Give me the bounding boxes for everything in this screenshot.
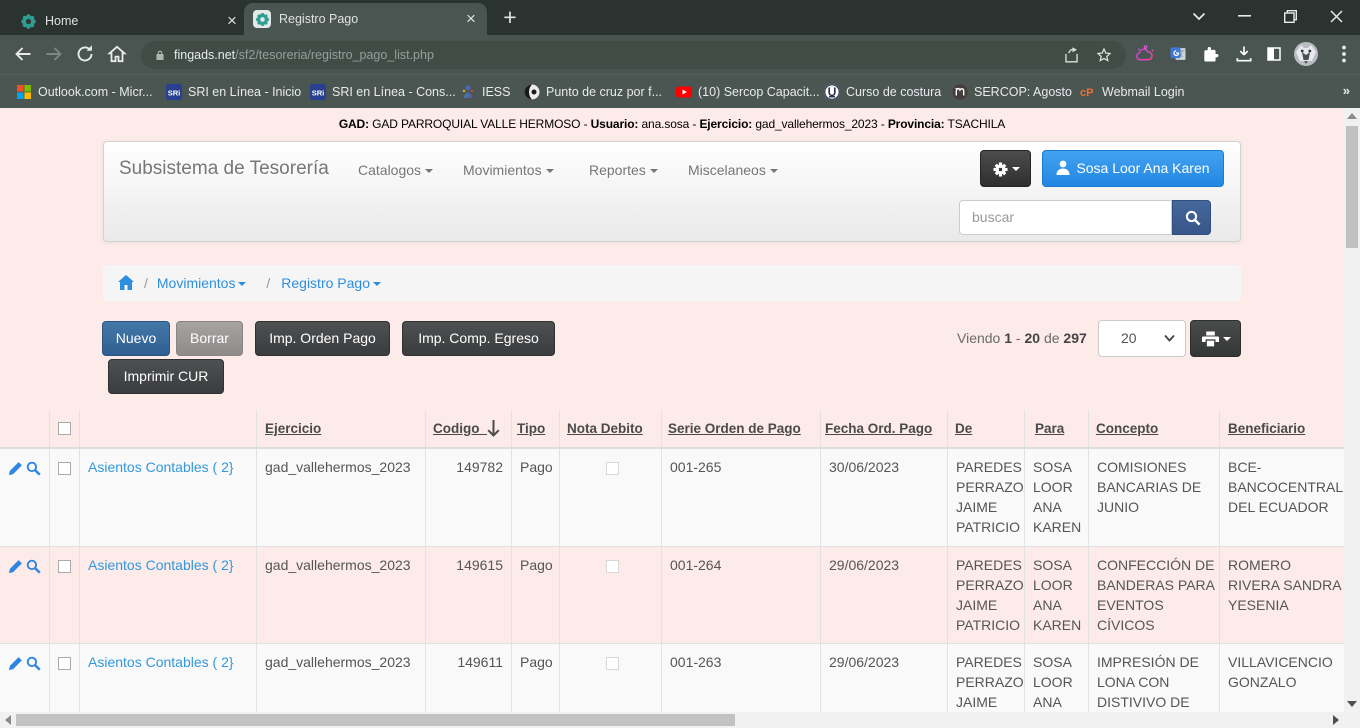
svg-text:SRi: SRi (312, 89, 325, 98)
svg-text:cP: cP (1080, 87, 1093, 99)
svg-text:SRi: SRi (168, 89, 181, 98)
